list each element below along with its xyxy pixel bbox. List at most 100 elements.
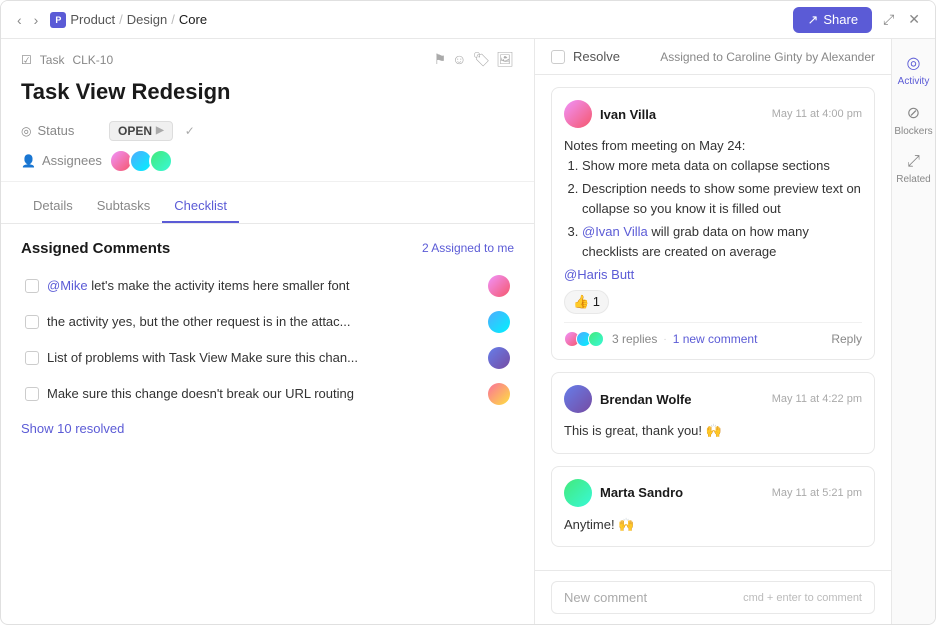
list-item-2: Description needs to show some preview t… (582, 179, 862, 218)
emoji-icon[interactable]: ☺ (452, 51, 466, 68)
meta-icons: ⚑ ☺ 🏷 🖼 (434, 51, 514, 68)
left-panel: ☑ Task CLK-10 ⚑ ☺ 🏷 🖼 Task View Redesign… (1, 39, 535, 624)
blockers-label: Blockers (894, 126, 932, 137)
right-sidebar: ◎ Activity ⊘ Blockers ⤢ Related (891, 39, 935, 624)
share-icon: ↗ (807, 12, 818, 28)
status-arrow-icon: ▶ (156, 125, 164, 136)
list-item-1: Show more meta data on collapse sections (582, 156, 862, 176)
checklist-item: the activity yes, but the other request … (21, 305, 514, 339)
comment-body-ivan: Notes from meeting on May 24: Show more … (564, 136, 862, 261)
body-text-brendan: This is great, thank you! 🙌 (564, 423, 722, 438)
blockers-icon: ⊘ (907, 103, 920, 123)
nav-forward-button[interactable]: › (30, 10, 43, 30)
status-label-text: Status (37, 123, 74, 138)
sidebar-activity[interactable]: ◎ Activity (892, 47, 935, 93)
assigned-badge[interactable]: 2 Assigned to me (422, 241, 514, 255)
new-comment-input[interactable]: New comment cmd + enter to comment (551, 581, 875, 614)
item-text-4: Make sure this change doesn't break our … (47, 386, 480, 401)
sidebar-related[interactable]: ⤢ Related (892, 147, 935, 191)
section-header: Assigned Comments 2 Assigned to me (21, 240, 514, 257)
avatar-brendan (564, 385, 592, 413)
activity-panel: Resolve Assigned to Caroline Ginty by Al… (535, 39, 891, 624)
checklist-item: @Mike let's make the activity items here… (21, 269, 514, 303)
related-icon: ⤢ (907, 153, 920, 171)
checkbox-2[interactable] (25, 315, 39, 329)
item-text-3: List of problems with Task View Make sur… (47, 350, 480, 365)
item-text-1: @Mike let's make the activity items here… (47, 278, 480, 293)
comment-body-marta: Anytime! 🙌 (564, 515, 862, 535)
author-ivan: Ivan Villa (600, 107, 656, 122)
tab-details[interactable]: Details (21, 190, 85, 223)
tabs: Details Subtasks Checklist (1, 190, 534, 224)
status-badge[interactable]: OPEN ▶ (109, 121, 173, 141)
body-text-marta: Anytime! 🙌 (564, 517, 634, 532)
nav-back-button[interactable]: ‹ (13, 10, 26, 30)
resolve-checkbox[interactable] (551, 50, 565, 64)
item-text-2: the activity yes, but the other request … (47, 314, 480, 329)
expand-button[interactable]: ⤢ (880, 8, 897, 31)
body-title: Notes from meeting on May 24: (564, 136, 862, 156)
resolve-area: Resolve (551, 49, 620, 64)
image-icon[interactable]: 🖼 (496, 51, 514, 68)
reply-avatars (564, 331, 600, 347)
tag-icon[interactable]: 🏷 (472, 51, 490, 68)
task-icon: ☑ (21, 53, 32, 67)
comment-marta: Marta Sandro May 11 at 5:21 pm Anytime! … (551, 466, 875, 548)
share-label: Share (823, 12, 858, 27)
time-brendan: May 11 at 4:22 pm (772, 393, 862, 405)
flag-icon[interactable]: ⚑ (434, 51, 447, 68)
breadcrumb: P Product / Design / Core (50, 12, 207, 28)
close-button[interactable]: ✕ (905, 8, 923, 31)
section-title: Assigned Comments (21, 240, 170, 257)
main-layout: ☑ Task CLK-10 ⚑ ☺ 🏷 🖼 Task View Redesign… (1, 39, 935, 624)
breadcrumb-core[interactable]: Core (179, 12, 207, 27)
nav-arrows: ‹ › (13, 10, 42, 30)
resolve-label: Resolve (573, 49, 620, 64)
task-id: Task (40, 53, 65, 67)
task-title: Task View Redesign (21, 78, 514, 107)
comment-mention-haris[interactable]: @Haris Butt (564, 267, 862, 282)
checkbox-4[interactable] (25, 387, 39, 401)
tab-subtasks[interactable]: Subtasks (85, 190, 162, 223)
reply-button[interactable]: Reply (831, 332, 862, 346)
comment-footer-ivan: 3 replies · 1 new comment Reply (564, 322, 862, 347)
author-marta: Marta Sandro (600, 485, 683, 500)
assignees-label: 👤 Assignees (21, 153, 101, 168)
show-resolved-link[interactable]: Show 10 resolved (21, 421, 124, 436)
task-meta: ☑ Task CLK-10 ⚑ ☺ 🏷 🖼 (21, 51, 514, 68)
author-brendan: Brendan Wolfe (600, 392, 692, 407)
checkbox-1[interactable] (25, 279, 39, 293)
task-fields: ◎ Status OPEN ▶ ✓ 👤 Assignees (21, 121, 514, 173)
replies-count: 3 replies (612, 332, 657, 346)
avatar-marta (564, 479, 592, 507)
assigned-info: Assigned to Caroline Ginty by Alexander (660, 50, 875, 64)
comment-header-brendan: Brendan Wolfe May 11 at 4:22 pm (564, 385, 862, 413)
sidebar-blockers[interactable]: ⊘ Blockers (892, 97, 935, 143)
item-avatar-4 (488, 383, 510, 405)
reply-avatar-3 (588, 331, 604, 347)
mention-ivan-link[interactable]: @Ivan Villa (582, 224, 648, 239)
breadcrumb-design[interactable]: Design (127, 12, 167, 27)
status-field: ◎ Status OPEN ▶ ✓ (21, 121, 514, 141)
share-button[interactable]: ↗ Share (793, 7, 872, 33)
top-bar-right: ↗ Share ⤢ ✕ (793, 7, 923, 33)
checklist-item: Make sure this change doesn't break our … (21, 377, 514, 411)
dot-separator: · (663, 334, 666, 345)
avatar-ivan (564, 100, 592, 128)
breadcrumb-product[interactable]: Product (70, 12, 115, 27)
assignee-avatars[interactable] (109, 149, 169, 173)
app-container: ‹ › P Product / Design / Core ↗ Share ⤢ … (0, 0, 936, 625)
checkbox-3[interactable] (25, 351, 39, 365)
status-check-icon[interactable]: ✓ (185, 124, 195, 138)
task-id-value: CLK-10 (72, 53, 113, 67)
new-comment-link[interactable]: 1 new comment (673, 332, 758, 346)
comment-brendan: Brendan Wolfe May 11 at 4:22 pm This is … (551, 372, 875, 454)
status-value: OPEN (118, 124, 152, 138)
tab-checklist[interactable]: Checklist (162, 190, 239, 223)
reaction-thumbs-up[interactable]: 👍 1 (564, 290, 609, 314)
list-item-3: @Ivan Villa will grab data on how many c… (582, 222, 862, 261)
activity-feed: Ivan Villa May 11 at 4:00 pm Notes from … (535, 75, 891, 570)
comment-placeholder: New comment (564, 590, 647, 605)
time-marta: May 11 at 5:21 pm (772, 487, 862, 499)
item-avatar-2 (488, 311, 510, 333)
